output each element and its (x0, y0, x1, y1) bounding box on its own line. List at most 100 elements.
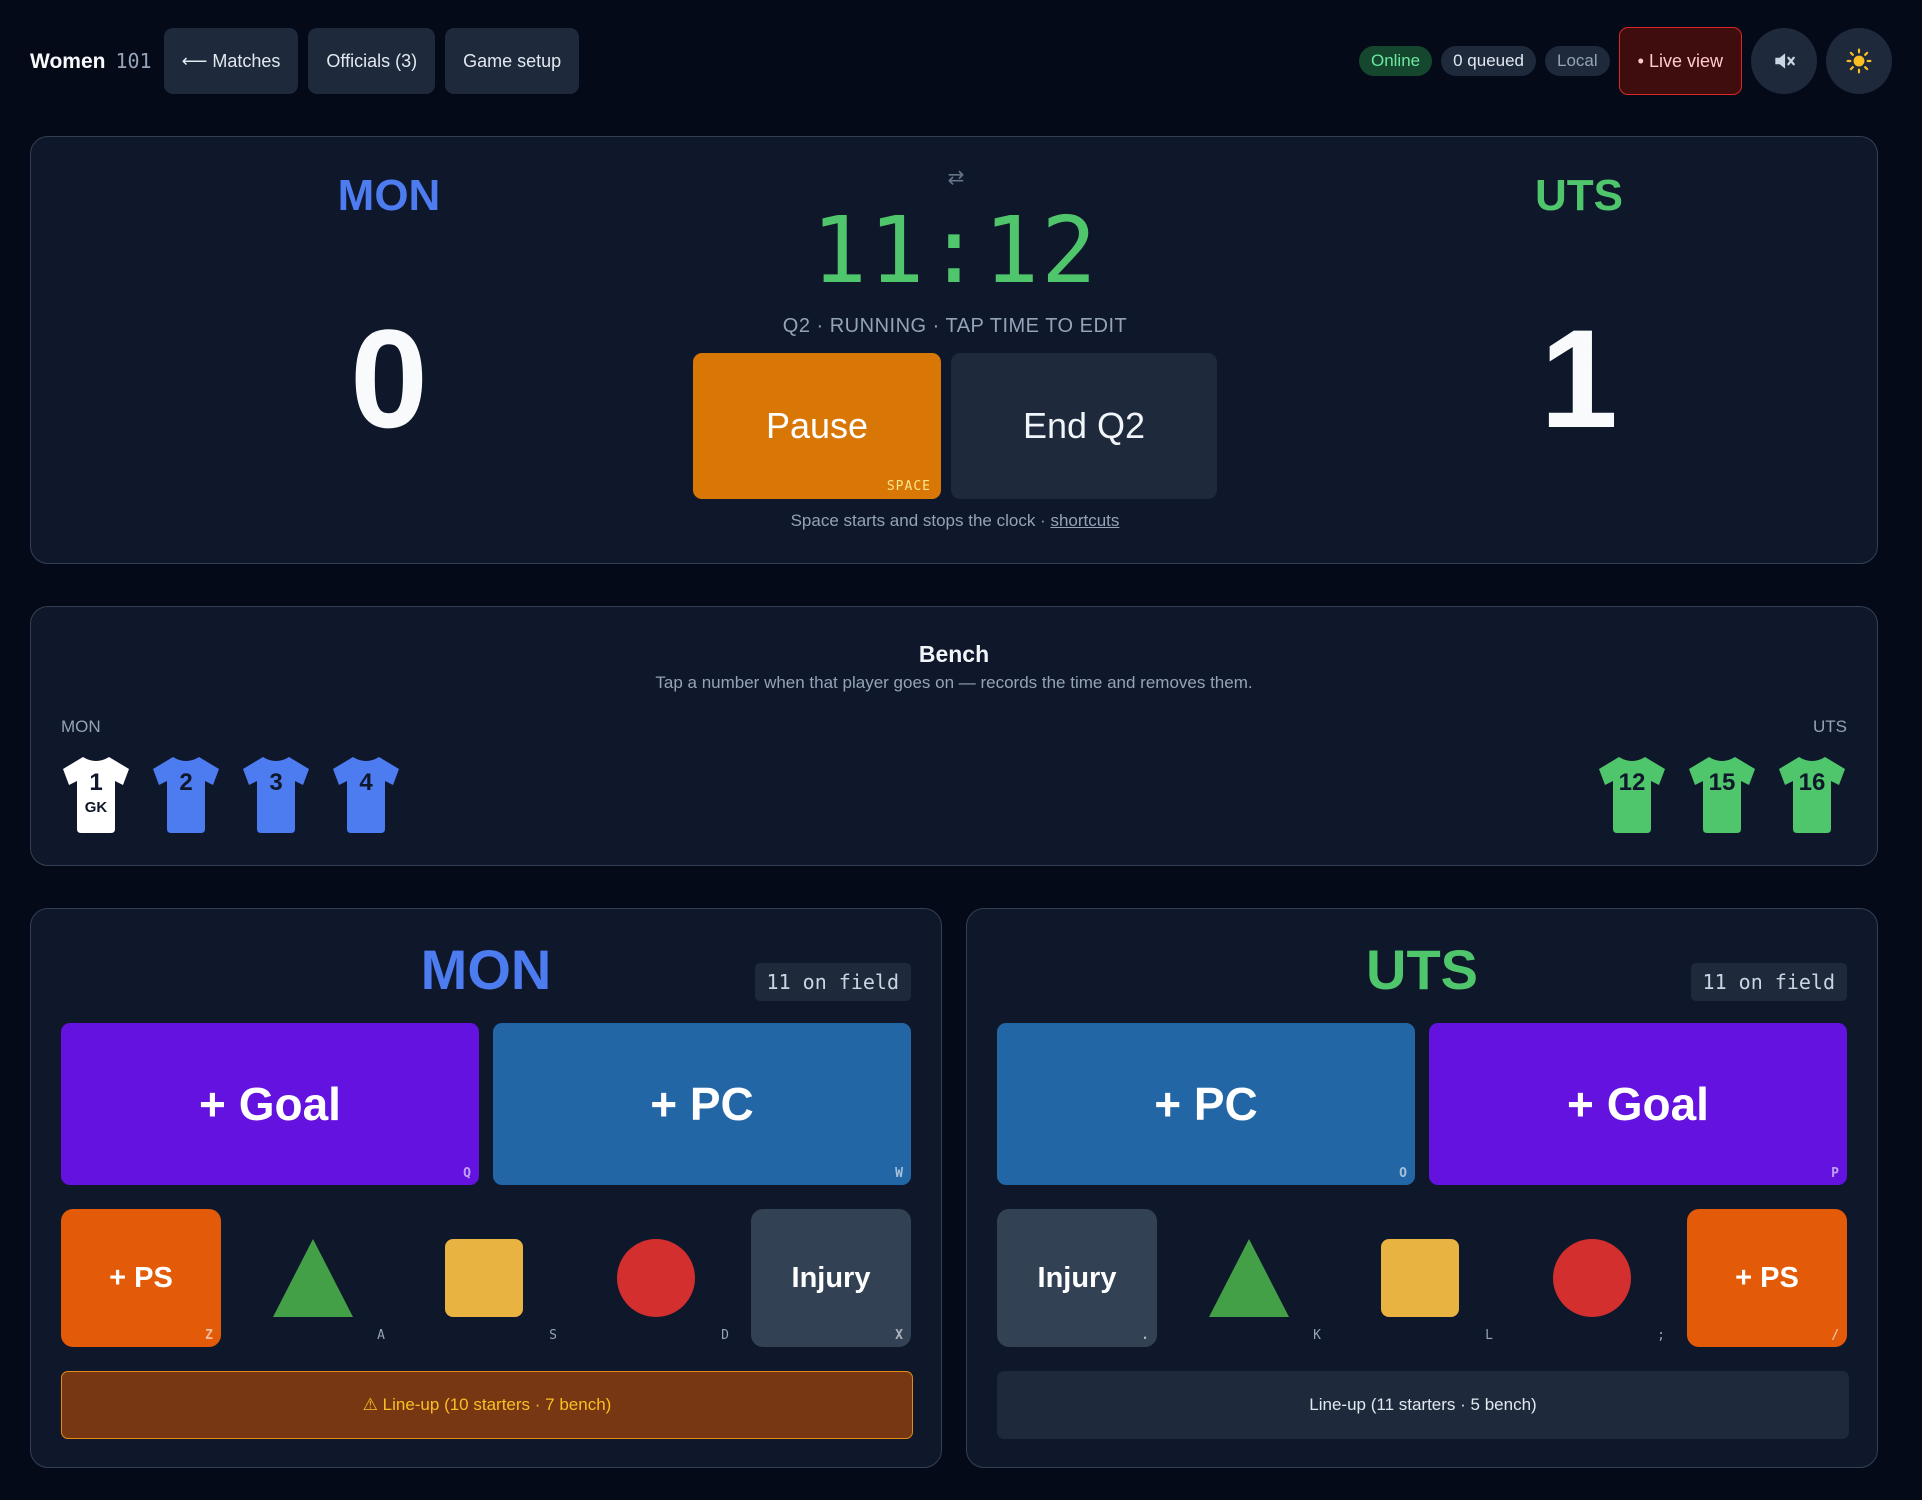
away-bench-player[interactable]: 12 (1597, 755, 1667, 835)
bench-panel: Bench Tap a number when that player goes… (30, 606, 1878, 866)
bench-away-label: UTS (1813, 717, 1847, 736)
home-ps-button[interactable]: + PS Z (61, 1209, 221, 1347)
away-bench-player[interactable]: 15 (1687, 755, 1757, 835)
game-clock[interactable]: 11:12 (655, 197, 1255, 304)
live-view-button[interactable]: • Live view (1618, 27, 1742, 95)
home-injury-button[interactable]: Injury X (751, 1209, 911, 1347)
away-ps-button[interactable]: + PS / (1687, 1209, 1847, 1347)
away-injury-shortcut: . (1141, 1328, 1149, 1343)
bench-title: Bench (918, 641, 990, 667)
away-on-field-count: 11 on field (1690, 963, 1847, 1001)
goalkeeper-tag: GK (84, 799, 108, 816)
away-injury-label: Injury (1037, 1261, 1117, 1294)
home-team-panel: MON 11 on field + Goal Q + PC W + PS Z A… (30, 908, 942, 1468)
pause-label: Pause (765, 405, 869, 446)
home-pc-button[interactable]: + PC W (493, 1023, 911, 1185)
home-lineup-button[interactable]: ⚠ Line-up (10 starters · 7 bench) (61, 1371, 913, 1439)
bench-home-label: MON (61, 717, 101, 736)
clock-hint: Space starts and stops the clock · short… (555, 511, 1355, 531)
game-setup-button[interactable]: Game setup (445, 28, 580, 94)
red-card-icon (1553, 1239, 1631, 1317)
yellow-card-icon (445, 1239, 523, 1317)
top-bar: Women 101 ⟵ Matches Officials (3) Game s… (30, 27, 1892, 95)
home-injury-label: Injury (791, 1261, 871, 1294)
player-number: 3 (269, 769, 283, 796)
queued-badge: 0 queued (1441, 46, 1537, 76)
away-team-panel: UTS 11 on field + PC O + Goal P Injury .… (966, 908, 1878, 1468)
period-status: Q2 · RUNNING · TAP TIME TO EDIT (782, 315, 1128, 337)
green-card-icon (1209, 1239, 1289, 1317)
away-goal-shortcut: P (1831, 1166, 1839, 1181)
brand-name: Women (30, 49, 106, 73)
pause-shortcut-hint: SPACE (886, 479, 931, 494)
home-green-shortcut: A (377, 1328, 385, 1343)
clock-hint-text: Space starts and stops the clock · (790, 511, 1051, 530)
theme-toggle-button[interactable] (1826, 28, 1892, 94)
matches-button[interactable]: ⟵ Matches (163, 28, 299, 94)
away-green-card-button[interactable]: K (1169, 1209, 1329, 1347)
player-number: 15 (1708, 769, 1736, 796)
away-goal-label: + Goal (1567, 1078, 1709, 1130)
home-bench-player[interactable]: 2 (151, 755, 221, 835)
home-green-card-button[interactable]: A (233, 1209, 393, 1347)
player-number: 4 (359, 769, 373, 796)
away-ps-shortcut: / (1831, 1328, 1839, 1343)
away-yellow-card-button[interactable]: L (1341, 1209, 1501, 1347)
online-badge: Online (1358, 46, 1433, 76)
match-title: Women 101 (30, 49, 152, 74)
player-number: 2 (179, 769, 193, 796)
home-injury-shortcut: X (895, 1328, 903, 1343)
away-injury-button[interactable]: Injury . (997, 1209, 1157, 1347)
home-team-name: MON (337, 171, 441, 220)
away-pc-shortcut: O (1399, 1166, 1407, 1181)
scoreboard-panel: MON 0 ⇄ 11:12 Q2 · RUNNING · TAP TIME TO… (30, 136, 1878, 564)
home-on-field-count: 11 on field (754, 963, 911, 1001)
away-team-name: UTS (1535, 171, 1623, 220)
away-red-shortcut: ; (1657, 1328, 1665, 1343)
officials-button[interactable]: Officials (3) (308, 28, 436, 94)
away-bench-player[interactable]: 16 (1777, 755, 1847, 835)
speaker-muted-icon (1775, 53, 1795, 69)
home-score[interactable]: 0 (239, 309, 539, 449)
end-quarter-button[interactable]: End Q2 (951, 353, 1217, 499)
home-ps-label: + PS (109, 1261, 173, 1294)
home-goal-shortcut: Q (463, 1166, 471, 1181)
home-bench-player[interactable]: 4 (331, 755, 401, 835)
home-red-card-button[interactable]: D (577, 1209, 737, 1347)
away-score[interactable]: 1 (1429, 309, 1729, 449)
home-bench-players: 1 GK 2 3 4 (61, 755, 401, 835)
away-yellow-shortcut: L (1485, 1328, 1493, 1343)
away-bench-players: 12 15 16 (1597, 755, 1847, 835)
player-number: 16 (1798, 769, 1826, 796)
home-goal-label: + Goal (199, 1078, 341, 1130)
home-bench-player[interactable]: 3 (241, 755, 311, 835)
sound-toggle-button[interactable] (1751, 28, 1817, 94)
away-pc-button[interactable]: + PC O (997, 1023, 1415, 1185)
home-red-shortcut: D (721, 1328, 729, 1343)
home-goal-button[interactable]: + Goal Q (61, 1023, 479, 1185)
swap-sides-icon[interactable]: ⇄ (931, 165, 981, 190)
shortcuts-link[interactable]: shortcuts (1050, 511, 1119, 530)
pause-button[interactable]: Pause SPACE (693, 353, 941, 499)
away-green-shortcut: K (1313, 1328, 1321, 1343)
red-card-icon (617, 1239, 695, 1317)
green-card-icon (273, 1239, 353, 1317)
away-pc-label: + PC (1154, 1078, 1258, 1130)
home-bench-player[interactable]: 1 GK (61, 755, 131, 835)
home-yellow-shortcut: S (549, 1328, 557, 1343)
home-yellow-card-button[interactable]: S (405, 1209, 565, 1347)
local-badge: Local (1545, 46, 1610, 76)
yellow-card-icon (1381, 1239, 1459, 1317)
away-goal-button[interactable]: + Goal P (1429, 1023, 1847, 1185)
sun-icon (1846, 48, 1872, 74)
away-lineup-button[interactable]: Line-up (11 starters · 5 bench) (997, 1371, 1849, 1439)
bench-subtitle: Tap a number when that player goes on — … (655, 673, 1253, 692)
player-number: 1 (89, 769, 103, 796)
player-number: 12 (1618, 769, 1646, 796)
home-pc-label: + PC (650, 1078, 754, 1130)
match-code: 101 (115, 48, 152, 73)
home-pc-shortcut: W (895, 1166, 903, 1181)
home-ps-shortcut: Z (205, 1328, 213, 1343)
away-ps-label: + PS (1735, 1261, 1799, 1294)
away-red-card-button[interactable]: ; (1513, 1209, 1673, 1347)
